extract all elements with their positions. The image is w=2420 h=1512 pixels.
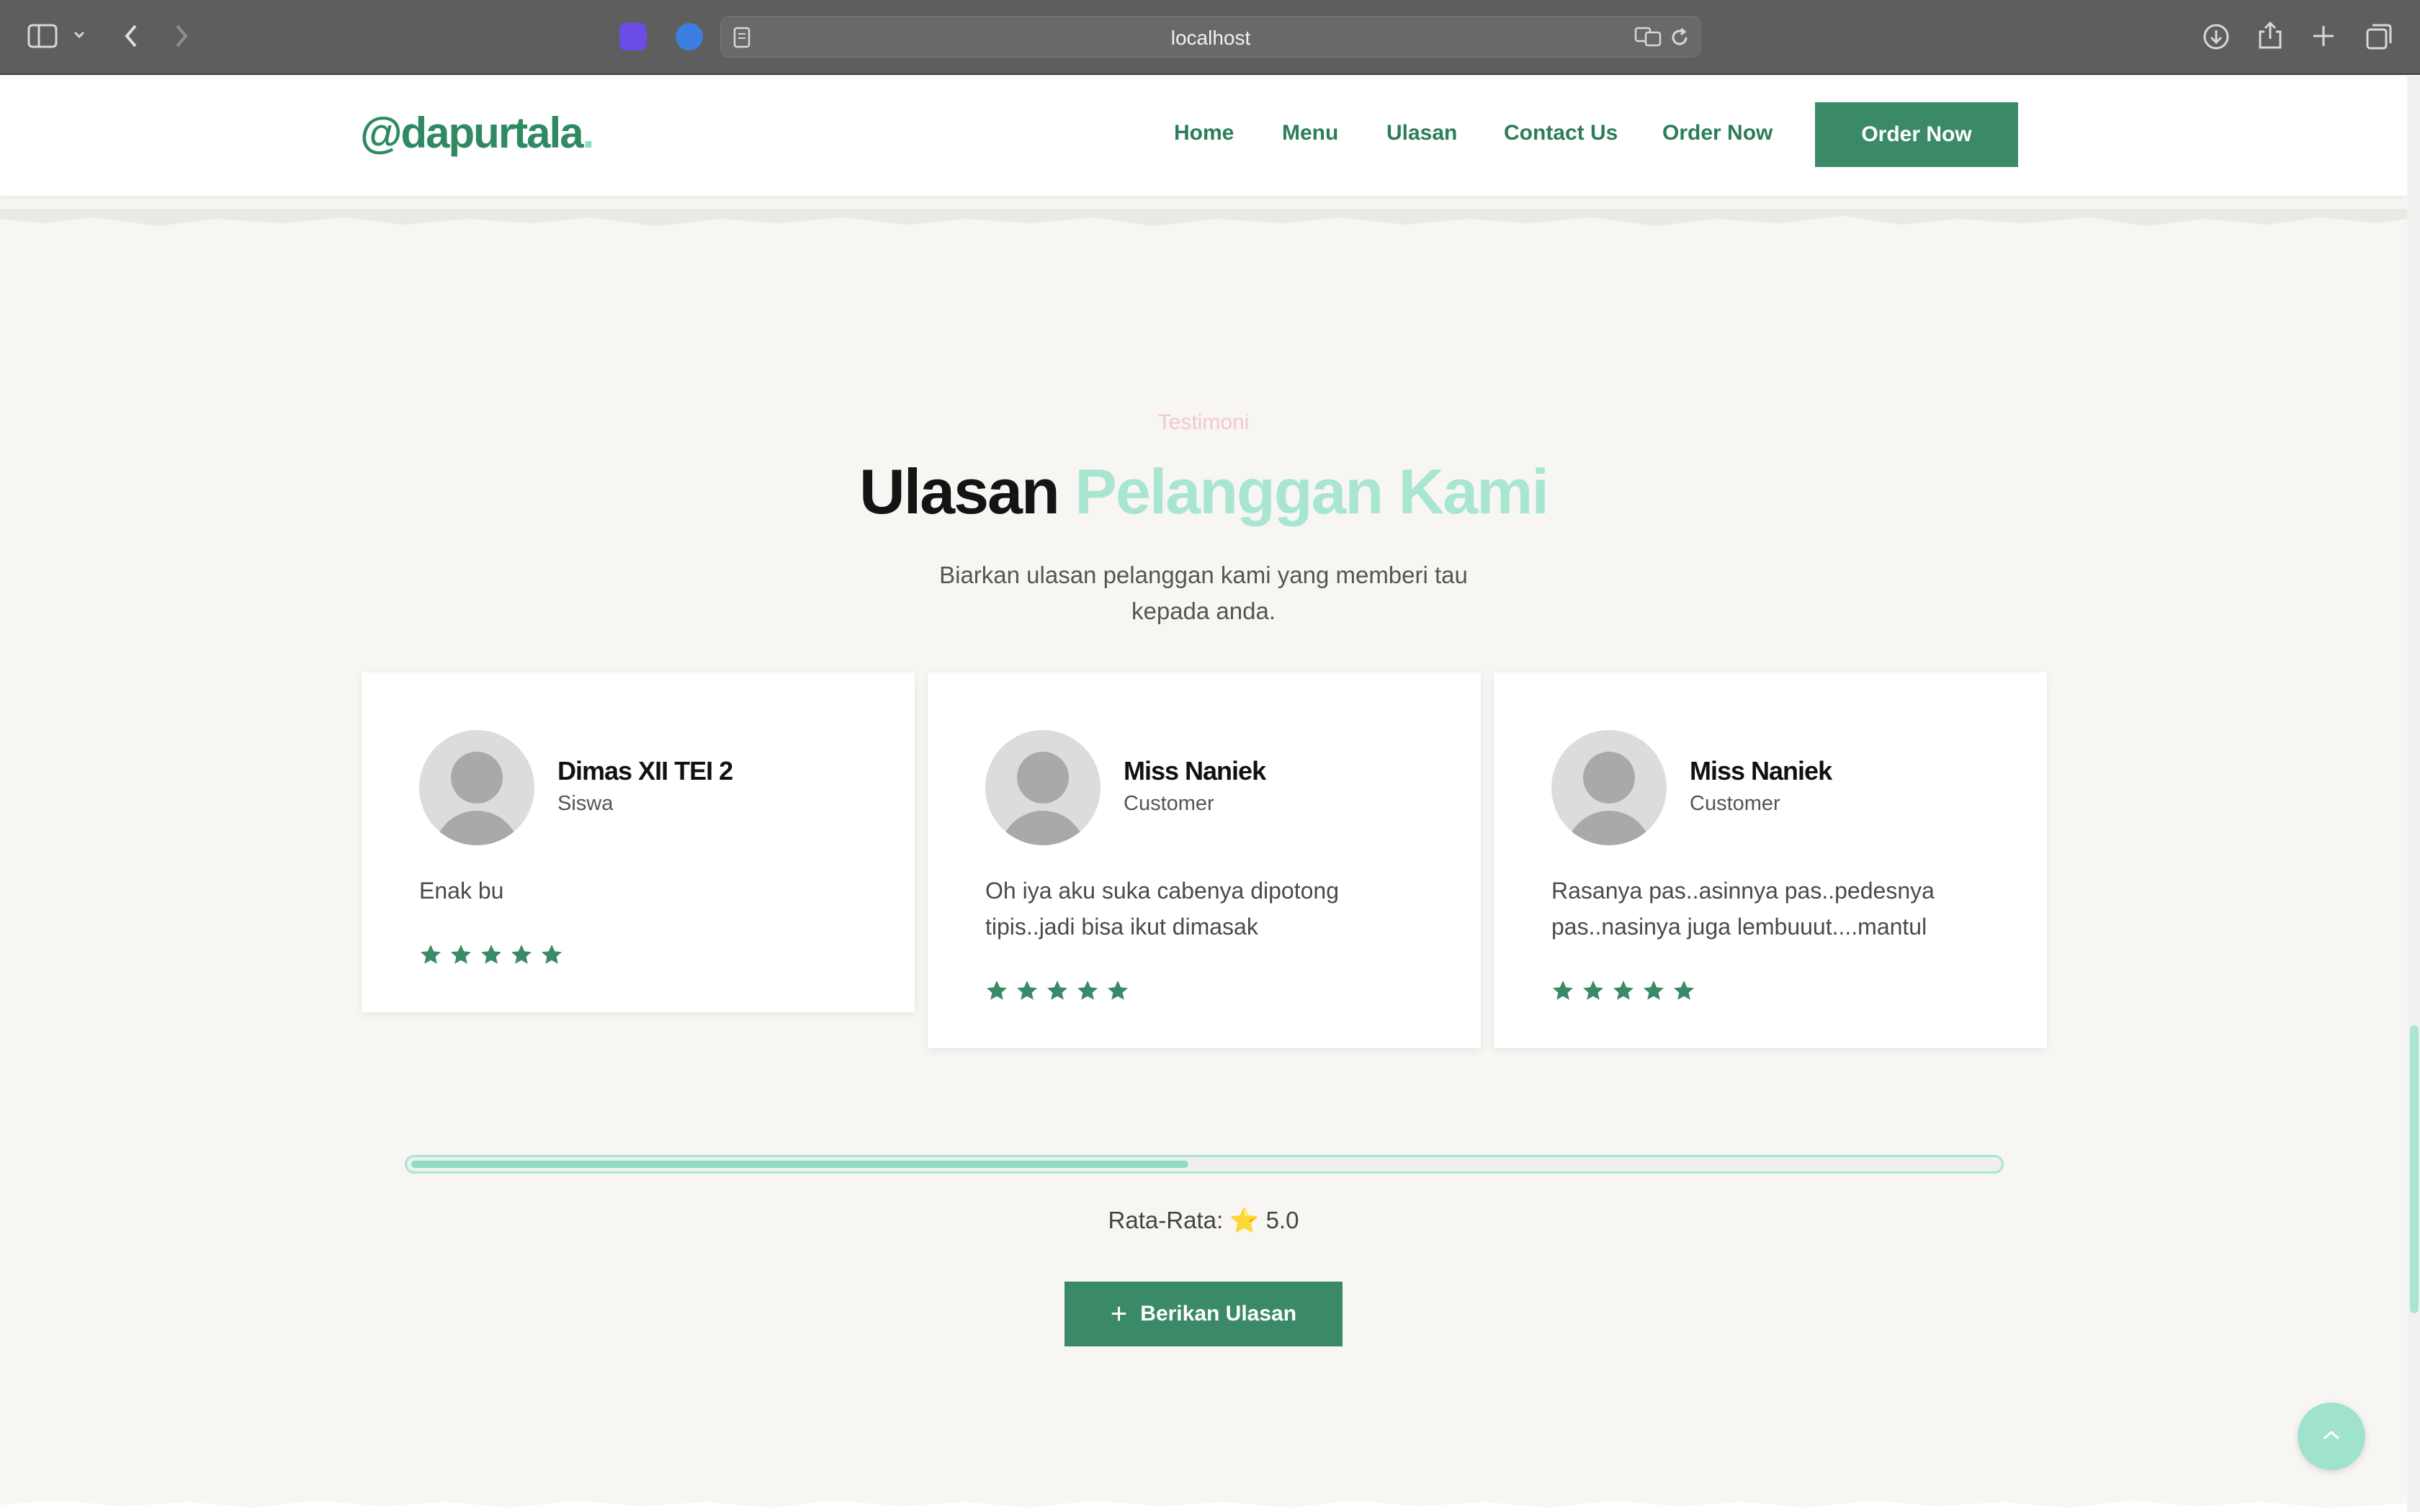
star-icon: [1583, 981, 1603, 1000]
nav-link-ulasan[interactable]: Ulasan: [1386, 121, 1457, 145]
star-icon: [1644, 981, 1664, 1000]
give-review-label: Berikan Ulasan: [1140, 1302, 1297, 1326]
torn-edge-bottom: [0, 1500, 2407, 1512]
star-icon: [1017, 981, 1037, 1000]
star-icon: [1613, 981, 1634, 1000]
average-value: 5.0: [1265, 1207, 1299, 1233]
review-card: Miss Naniek Customer Rasanya pas..asinny…: [1494, 672, 2047, 1048]
section-subtitle: Biarkan ulasan pelanggan kami yang membe…: [939, 562, 1468, 624]
rating-stars: [1551, 979, 1695, 1002]
review-card: Miss Naniek Customer Oh iya aku suka cab…: [928, 672, 1481, 1048]
star-icon: [1674, 981, 1694, 1000]
nav-link-contact[interactable]: Contact Us: [1504, 121, 1618, 145]
star-icon: [481, 945, 501, 964]
share-icon[interactable]: [2257, 20, 2283, 50]
avatar: [985, 730, 1101, 845]
carousel-scrollbar[interactable]: [405, 1155, 2004, 1174]
heading-dark: Ulasan: [859, 456, 1060, 527]
review-text: Rasanya pas..asinnya pas..pedesnya pas..…: [1551, 878, 1935, 940]
chevron-up-icon: [2321, 1428, 2341, 1445]
carousel-scrollbar-thumb[interactable]: [411, 1161, 1188, 1168]
browser-toolbar: localhost: [0, 0, 2420, 75]
extension-icon[interactable]: [619, 23, 647, 50]
order-now-button[interactable]: Order Now: [1815, 102, 2018, 167]
give-review-button[interactable]: + Berikan Ulasan: [1065, 1282, 1343, 1346]
logo-dot: .: [582, 109, 595, 157]
star-icon: [451, 945, 471, 964]
star-icon: [1047, 981, 1067, 1000]
page-scrollbar-thumb[interactable]: [2410, 1025, 2419, 1313]
site-navbar: @dapurtala. Home Menu Ulasan Contact Us …: [0, 76, 2407, 196]
reviewer-name: Miss Naniek: [1690, 756, 1832, 786]
torn-edge-top: [0, 209, 2407, 226]
rating-stars: [985, 979, 1129, 1002]
average-label: Rata-Rata:: [1108, 1207, 1224, 1233]
section-heading: Ulasan Pelanggan Kami: [0, 455, 2407, 528]
star-emoji-icon: ⭐: [1229, 1207, 1260, 1233]
forward-icon[interactable]: [173, 23, 190, 49]
back-to-top-button[interactable]: [2298, 1403, 2365, 1470]
star-icon: [542, 945, 562, 964]
nav-link-order[interactable]: Order Now: [1662, 121, 1773, 145]
back-icon[interactable]: [122, 23, 140, 49]
star-icon: [987, 981, 1007, 1000]
download-icon[interactable]: [2202, 23, 2230, 50]
review-card: Dimas XII TEI 2 Siswa Enak bu: [362, 672, 915, 1012]
reviewer-role: Siswa: [557, 792, 614, 815]
star-icon: [511, 945, 532, 964]
average-rating: Rata-Rata: ⭐ 5.0: [0, 1207, 2407, 1235]
star-icon: [1553, 981, 1573, 1000]
new-tab-icon[interactable]: [2311, 23, 2336, 49]
star-icon: [1108, 981, 1128, 1000]
reviewer-role: Customer: [1124, 792, 1214, 815]
site-logo[interactable]: @dapurtala.: [360, 108, 595, 158]
reviewer-name: Dimas XII TEI 2: [557, 756, 733, 786]
section-eyebrow: Testimoni: [1157, 410, 1250, 434]
extension-check-icon[interactable]: [676, 23, 703, 50]
sidebar-icon[interactable]: [27, 23, 59, 49]
nav-link-home[interactable]: Home: [1174, 121, 1234, 145]
reload-icon[interactable]: [1669, 27, 1690, 48]
logo-text: @dapurtala: [360, 109, 584, 157]
avatar: [1551, 730, 1667, 845]
nav-link-menu[interactable]: Menu: [1282, 121, 1338, 145]
reviewer-role: Customer: [1690, 792, 1780, 815]
translate-icon[interactable]: [1634, 25, 1663, 48]
reviewer-name: Miss Naniek: [1124, 756, 1266, 786]
plus-icon: +: [1110, 1298, 1128, 1330]
address-bar[interactable]: localhost: [720, 16, 1701, 58]
url-text: localhost: [1170, 27, 1251, 49]
chevron-down-icon[interactable]: [72, 27, 86, 42]
review-text: Enak bu: [419, 878, 504, 904]
rating-stars: [419, 943, 563, 966]
star-icon: [1077, 981, 1098, 1000]
review-text: Oh iya aku suka cabenya dipotong tipis..…: [985, 878, 1339, 940]
star-icon: [421, 945, 441, 964]
heading-accent: Pelanggan Kami: [1075, 456, 1549, 527]
tabs-overview-icon[interactable]: [2365, 23, 2393, 50]
avatar: [419, 730, 534, 845]
